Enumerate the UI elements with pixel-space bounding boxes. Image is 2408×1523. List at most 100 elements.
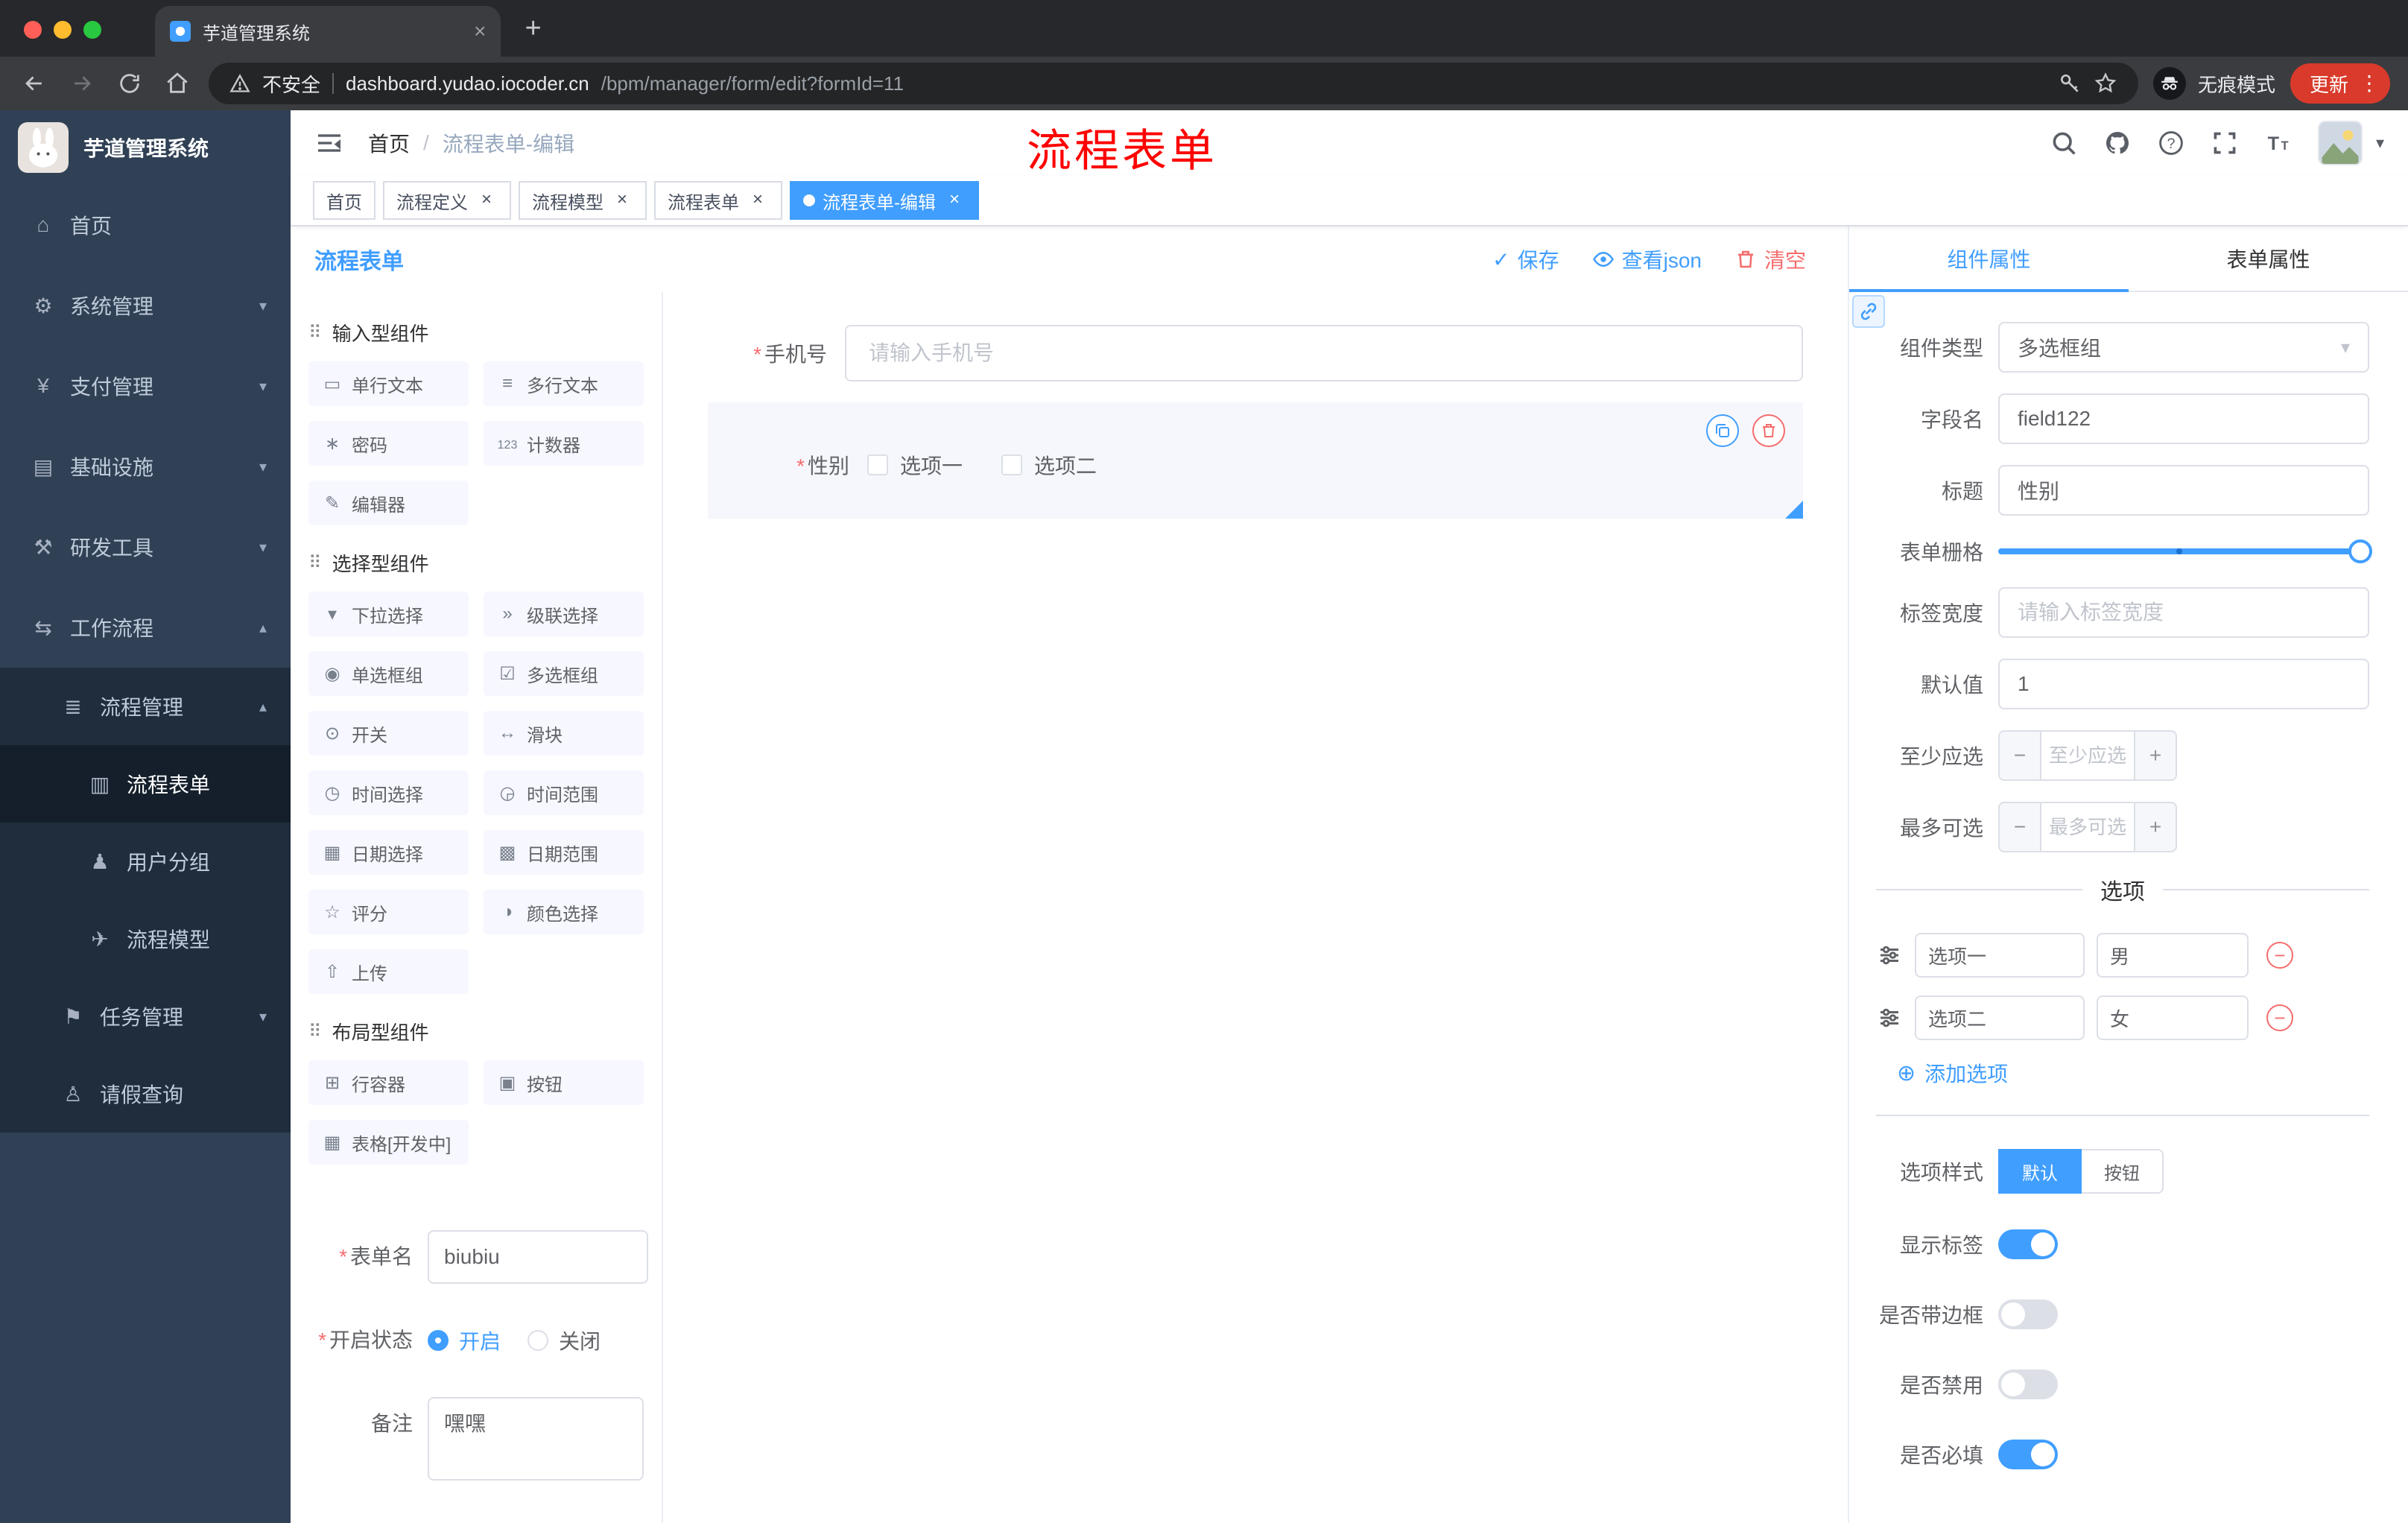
- toggle-switch[interactable]: [1998, 1440, 2058, 1469]
- option-value-input[interactable]: [2097, 933, 2249, 978]
- view-tag[interactable]: 首页: [313, 181, 376, 220]
- properties-tab[interactable]: 组件属性: [1849, 227, 2129, 292]
- close-window-button[interactable]: [24, 21, 42, 39]
- sidebar-menu-item[interactable]: 基础设施: [0, 426, 291, 507]
- title-input[interactable]: [1998, 465, 2369, 516]
- zoom-window-button[interactable]: [83, 21, 101, 39]
- view-json-button[interactable]: 查看json: [1592, 244, 1702, 274]
- selected-widget-gender[interactable]: * 性别 选项一 选项二: [708, 402, 1803, 519]
- sidebar-menu-item[interactable]: 流程管理: [0, 668, 291, 745]
- tag-close-icon[interactable]: [943, 189, 966, 212]
- browser-menu-icon[interactable]: [2359, 73, 2380, 94]
- github-icon[interactable]: [2103, 129, 2132, 157]
- toggle-switch[interactable]: [1998, 1299, 2058, 1329]
- fullscreen-icon[interactable]: [2211, 129, 2239, 157]
- sidebar-collapse-icon[interactable]: [314, 128, 344, 158]
- bookmark-star-icon[interactable]: [2094, 72, 2117, 95]
- component-item[interactable]: 日期范围: [484, 830, 644, 875]
- save-button[interactable]: 保存: [1492, 244, 1559, 274]
- view-tag[interactable]: 流程表单-编辑: [790, 181, 979, 220]
- component-item[interactable]: 单选框组: [308, 651, 469, 696]
- status-radio-off[interactable]: 关闭: [527, 1326, 601, 1355]
- component-item[interactable]: 评分: [308, 890, 469, 934]
- gender-checkbox-option[interactable]: 选项二: [1001, 450, 1097, 480]
- sidebar-menu-item[interactable]: 系统管理: [0, 265, 291, 346]
- toggle-switch[interactable]: [1998, 1229, 2058, 1259]
- component-item[interactable]: 颜色选择: [484, 890, 644, 934]
- link-icon[interactable]: [1852, 295, 1885, 328]
- help-icon[interactable]: ?: [2157, 129, 2185, 157]
- component-item[interactable]: 下拉选择: [308, 592, 469, 636]
- option-label-input[interactable]: [1915, 995, 2085, 1040]
- properties-tab[interactable]: 表单属性: [2129, 227, 2408, 291]
- widget-resize-corner[interactable]: [1785, 501, 1803, 519]
- new-tab-button[interactable]: [525, 13, 541, 45]
- sidebar-menu-item[interactable]: 请假查询: [0, 1055, 291, 1133]
- sidebar-menu-item[interactable]: 用户分组: [0, 823, 291, 900]
- status-radio-on[interactable]: 开启: [428, 1326, 501, 1355]
- option-label-input[interactable]: [1915, 933, 2085, 978]
- breadcrumb-home[interactable]: 首页: [368, 128, 410, 158]
- sidebar-menu-item[interactable]: 首页: [0, 185, 291, 265]
- component-item[interactable]: 单行文本: [308, 361, 469, 406]
- view-tag[interactable]: 流程表单: [654, 181, 782, 220]
- clear-button[interactable]: 清空: [1734, 244, 1806, 274]
- search-icon[interactable]: [2050, 129, 2078, 157]
- component-item[interactable]: 开关: [308, 711, 469, 756]
- component-item[interactable]: 日期选择: [308, 830, 469, 875]
- tag-close-icon[interactable]: [475, 189, 498, 212]
- min-select-input[interactable]: [2041, 732, 2134, 779]
- tab-close-icon[interactable]: [474, 19, 486, 43]
- phone-input[interactable]: [845, 325, 1803, 381]
- reload-button[interactable]: [113, 67, 146, 100]
- toggle-switch[interactable]: [1998, 1370, 2058, 1399]
- add-option-button[interactable]: 添加选项: [1897, 1058, 2369, 1088]
- sidebar-menu-item[interactable]: 任务管理: [0, 978, 291, 1055]
- sidebar-menu-item[interactable]: 研发工具: [0, 507, 291, 587]
- gender-checkbox-option[interactable]: 选项一: [867, 450, 963, 480]
- user-avatar[interactable]: [2317, 121, 2363, 165]
- component-item[interactable]: 滑块: [484, 711, 644, 756]
- home-button[interactable]: [161, 67, 194, 100]
- minus-icon[interactable]: [2000, 803, 2041, 851]
- form-remark-textarea[interactable]: 嘿嘿: [428, 1397, 644, 1481]
- view-tag[interactable]: 流程模型: [519, 181, 647, 220]
- forward-button[interactable]: [66, 67, 98, 100]
- address-bar[interactable]: 不安全 dashboard.yudao.iocoder.cn/bpm/manag…: [209, 63, 2138, 104]
- back-button[interactable]: [18, 67, 51, 100]
- sidebar-menu-item[interactable]: 支付管理: [0, 346, 291, 426]
- sidebar-menu-item[interactable]: 流程表单: [0, 745, 291, 823]
- component-item[interactable]: 表格[开发中]: [308, 1120, 469, 1165]
- option-style-segment[interactable]: 按钮: [2082, 1149, 2164, 1194]
- component-item[interactable]: 上传: [308, 949, 469, 994]
- component-item[interactable]: 多选框组: [484, 651, 644, 696]
- option-drag-handle-icon[interactable]: [1876, 1004, 1903, 1031]
- component-item[interactable]: 计数器: [484, 421, 644, 466]
- component-item[interactable]: 时间选择: [308, 770, 469, 815]
- form-canvas[interactable]: *手机号 *性别: [663, 292, 1848, 1523]
- font-size-icon[interactable]: TT: [2264, 129, 2293, 157]
- component-item[interactable]: 编辑器: [308, 481, 469, 525]
- option-drag-handle-icon[interactable]: [1876, 942, 1903, 969]
- plus-icon[interactable]: [2134, 803, 2176, 851]
- remove-option-icon[interactable]: [2266, 1004, 2293, 1031]
- sidebar-menu-item[interactable]: 工作流程: [0, 587, 291, 668]
- form-grid-slider[interactable]: [1998, 536, 2372, 566]
- browser-update-button[interactable]: 更新: [2290, 63, 2390, 104]
- component-item[interactable]: 时间范围: [484, 770, 644, 815]
- password-key-icon[interactable]: [2058, 72, 2082, 95]
- tag-close-icon[interactable]: [747, 189, 769, 212]
- default-value-input[interactable]: [1998, 659, 2369, 709]
- minimize-window-button[interactable]: [54, 21, 72, 39]
- slider-handle[interactable]: [2348, 539, 2372, 563]
- view-tag[interactable]: 流程定义: [383, 181, 511, 220]
- avatar-dropdown-caret-icon[interactable]: [2376, 133, 2384, 153]
- label-width-input[interactable]: [1998, 587, 2369, 638]
- delete-widget-button[interactable]: [1752, 414, 1785, 447]
- remove-option-icon[interactable]: [2266, 942, 2293, 969]
- tag-close-icon[interactable]: [611, 189, 633, 212]
- field-name-input[interactable]: [1998, 393, 2369, 444]
- copy-widget-button[interactable]: [1706, 414, 1739, 447]
- option-style-segment[interactable]: 默认: [1998, 1149, 2082, 1194]
- component-type-select[interactable]: 多选框组: [1998, 322, 2369, 373]
